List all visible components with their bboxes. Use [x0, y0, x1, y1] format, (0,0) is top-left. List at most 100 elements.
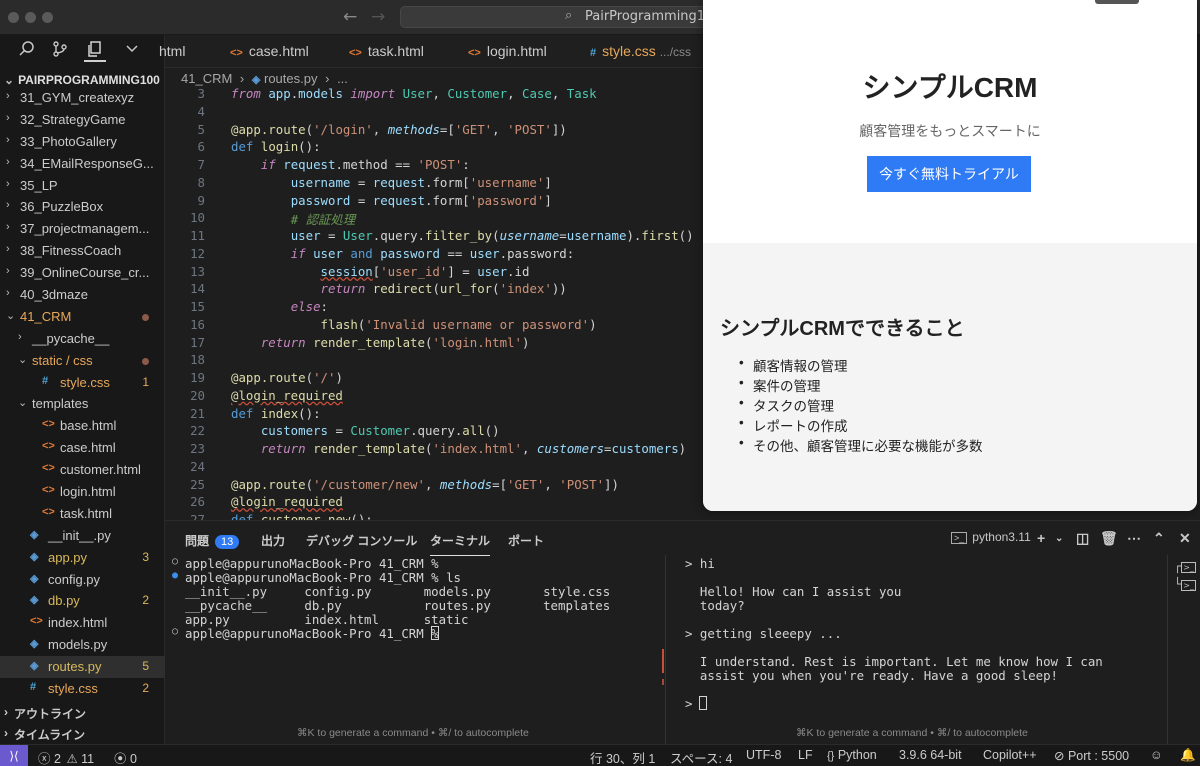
line-number: 9 — [197, 192, 205, 208]
more-actions-icon[interactable]: ⋯ — [1127, 530, 1141, 547]
tree-item[interactable]: ⌄ static / css — [0, 350, 165, 372]
timeline-section[interactable]: › タイムライン — [0, 723, 165, 745]
chevron-down-icon[interactable]: ⌄ — [1055, 533, 1063, 544]
tab-path: .../css — [659, 45, 692, 59]
tree-item[interactable]: ⌄ 41_CRM — [0, 306, 165, 328]
tree-item[interactable]: › 31_GYM_createxyz — [0, 87, 165, 109]
chevron-down-icon: ⌄ — [18, 397, 28, 410]
close-window-button[interactable] — [8, 12, 19, 23]
tree-item[interactable]: <> base.html — [0, 415, 165, 437]
tree-item[interactable]: <> index.html — [0, 612, 165, 634]
live-server-port[interactable]: ⊘ Port : 5500 — [1054, 748, 1129, 763]
outline-section[interactable]: › アウトライン — [0, 702, 165, 724]
tree-item-label: 33_PhotoGallery — [20, 133, 117, 149]
tab-label: ターミナル — [430, 534, 491, 548]
free-trial-button[interactable]: 今すぐ無料トライアル — [867, 156, 1031, 192]
html-file-icon: <> — [230, 47, 243, 59]
tab-ports[interactable]: ポート — [508, 532, 544, 549]
tree-item[interactable]: ◈ routes.py 5 — [0, 656, 165, 679]
tree-item-label: 40_3dmaze — [20, 287, 88, 303]
tab-debug-console[interactable]: デバッグ コンソール — [306, 532, 417, 549]
command-center-label: PairProgramming100 — [585, 9, 722, 24]
split-terminal-icon[interactable]: ◫ — [1076, 530, 1089, 547]
terminal-tab-icon[interactable]: ┌ >_ — [1174, 559, 1196, 573]
search-icon[interactable] — [16, 40, 38, 62]
tree-item[interactable]: › 38_FitnessCoach — [0, 240, 165, 262]
cursor-position[interactable]: 行 30、列 1 — [590, 748, 655, 766]
tab-case-html[interactable]: <> case.html — [230, 43, 309, 59]
python-file-icon: ◈ — [30, 550, 39, 563]
remote-indicator-icon[interactable]: ⟩⟨ — [0, 745, 28, 766]
notifications-icon[interactable]: 🔔 — [1180, 748, 1196, 763]
preview-handle[interactable] — [1095, 0, 1139, 4]
tab-problems[interactable]: 問題 13 — [185, 532, 240, 549]
terminal-divider[interactable] — [665, 555, 666, 745]
file-encoding[interactable]: UTF-8 — [746, 748, 781, 762]
close-panel-icon[interactable]: ✕ — [1179, 530, 1191, 547]
forward-arrow-icon[interactable]: → — [371, 7, 385, 27]
tree-item[interactable]: ⌄ templates — [0, 393, 165, 415]
error-icon: ⓧ — [38, 752, 51, 766]
workspace-root[interactable]: ⌄ PAIRPROGRAMMING100 — [4, 73, 160, 87]
breadcrumb-folder[interactable]: 41_CRM — [181, 71, 232, 86]
zoom-window-button[interactable] — [42, 12, 53, 23]
code-line: customers = Customer.query.all() — [260, 423, 500, 439]
end-of-line[interactable]: LF — [798, 748, 813, 762]
tree-item[interactable]: › 36_PuzzleBox — [0, 196, 165, 218]
terminal-icon: >_ — [951, 532, 968, 544]
copilot-status[interactable]: Copilot++ — [983, 748, 1037, 762]
code-editor[interactable]: 3 4 5 6 7 8 9 10 11 12 13 14 15 16 17 18 19 20 21 22 23 24 25 2… — [165, 86, 705, 520]
tree-item[interactable]: ◈ db.py 2 — [0, 590, 165, 612]
tree-item[interactable]: <> customer.html — [0, 459, 165, 481]
tab-output[interactable]: 出力 — [261, 532, 285, 549]
code-line: user = User.query.filter_by(username=use… — [290, 228, 694, 243]
tree-item[interactable]: ◈ models.py — [0, 634, 165, 656]
tree-item[interactable]: <> login.html — [0, 481, 165, 503]
tree-item[interactable]: › 35_LP — [0, 175, 165, 197]
tree-item[interactable]: ◈ config.py — [0, 569, 165, 591]
language-mode[interactable]: {} Python — [827, 748, 877, 762]
ports-indicator[interactable]: ⦿ 0 — [114, 748, 137, 766]
chat-line: I understand. Rest is important. Let me … — [685, 654, 1103, 669]
tab-login-html[interactable]: <> login.html — [468, 43, 547, 59]
tree-item[interactable]: ◈ app.py 3 — [0, 547, 165, 569]
source-control-icon[interactable] — [49, 40, 71, 62]
breadcrumb-file[interactable]: routes.py — [264, 71, 317, 86]
tree-item[interactable]: › 33_PhotoGallery — [0, 131, 165, 153]
tree-item[interactable]: › 40_3dmaze — [0, 284, 165, 306]
tree-item-label: login.html — [60, 484, 116, 500]
copilot-icon[interactable]: ☺ — [1150, 748, 1163, 762]
back-arrow-icon[interactable]: ← — [343, 7, 357, 27]
tree-item[interactable]: › __pycache__ — [0, 328, 165, 350]
tree-item[interactable]: # style.css 1 — [0, 372, 165, 394]
tab-style-css[interactable]: # style.css .../css — [590, 43, 691, 59]
tree-item[interactable]: › 32_StrategyGame — [0, 109, 165, 131]
tree-item[interactable]: › 34_EMailResponseG... — [0, 153, 165, 175]
chevron-right-icon: › — [18, 330, 22, 343]
problems-indicator[interactable]: ⓧ 2 ⚠ 11 — [38, 748, 94, 766]
breadcrumb-symbol[interactable]: ... — [337, 71, 348, 86]
terminal-tab-icon[interactable]: └ >_ — [1174, 577, 1196, 591]
command-center[interactable]: ⌕ PairProgramming100 — [400, 6, 722, 28]
python-interpreter[interactable]: 3.9.6 64-bit — [899, 748, 962, 762]
explorer-files-icon[interactable] — [84, 40, 106, 62]
features-title: シンプルCRMでできること — [720, 318, 965, 340]
tree-item[interactable]: › 39_OnlineCourse_cr... — [0, 262, 165, 284]
tree-item[interactable]: ◈ __init__.py — [0, 525, 165, 547]
minimize-window-button[interactable] — [25, 12, 36, 23]
tree-item[interactable]: # style.css 2 — [0, 678, 165, 700]
tab-terminal[interactable]: ターミナル — [430, 532, 491, 556]
tab-task-html[interactable]: <> task.html — [349, 43, 424, 59]
code-line: from app.models import User, Customer, C… — [231, 86, 597, 101]
chevron-down-icon[interactable] — [121, 40, 143, 62]
trash-icon[interactable]: 🗑 — [1100, 530, 1118, 547]
tree-item[interactable]: <> task.html — [0, 503, 165, 525]
maximize-panel-icon[interactable]: ⌃ — [1153, 530, 1165, 547]
indentation[interactable]: スペース: 4 — [670, 748, 732, 766]
breadcrumb[interactable]: 41_CRM › ◈ routes.py › ... — [181, 71, 348, 86]
new-terminal-icon[interactable]: + — [1037, 530, 1045, 546]
tree-item[interactable]: <> case.html — [0, 437, 165, 459]
terminal-shell-selector[interactable]: >_ python3.11 — [951, 530, 1031, 544]
tree-item[interactable]: › 37_projectmanagem... — [0, 218, 165, 240]
tab-index-html[interactable]: html — [159, 43, 185, 59]
